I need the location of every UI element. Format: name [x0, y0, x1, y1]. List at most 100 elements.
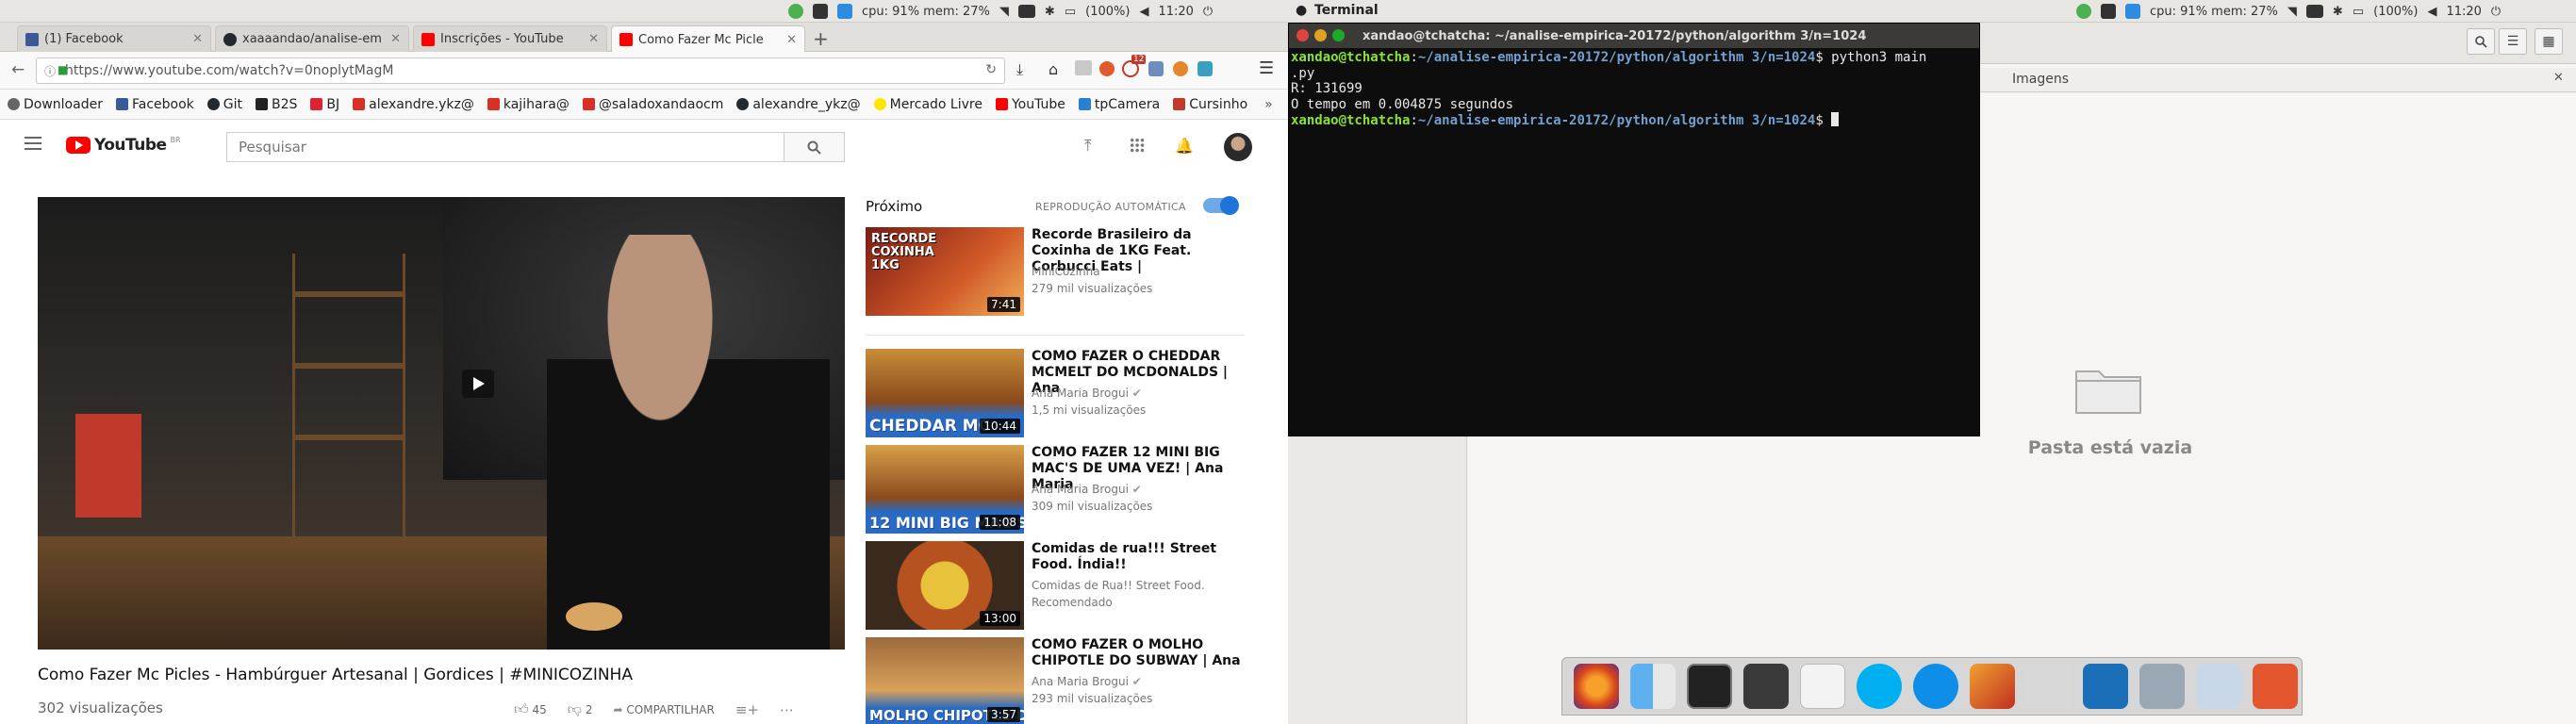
bluetooth-icon[interactable]: ✱: [2333, 5, 2343, 19]
close-window-button[interactable]: [1296, 29, 1309, 41]
wifi-icon[interactable]: ◥: [2287, 5, 2297, 19]
notifications-icon[interactable]: 🔔: [1175, 137, 1194, 155]
avatar[interactable]: [1224, 133, 1252, 161]
home-icon[interactable]: ⌂: [1049, 60, 1058, 78]
search-button[interactable]: [2467, 28, 2495, 55]
menu-icon[interactable]: ☰: [1259, 58, 1274, 78]
bluetooth-icon[interactable]: ✱: [1045, 5, 1055, 19]
volume-icon[interactable]: ◀: [1139, 5, 1148, 19]
search-input[interactable]: Pesquisar: [226, 132, 784, 162]
share-button[interactable]: ➦ COMPARTILHAR: [614, 703, 715, 716]
terminal-window[interactable]: xandao@tchatcha: ~/analise-empirica-2017…: [1288, 23, 1980, 436]
active-app-name[interactable]: Terminal: [1314, 3, 1379, 18]
view-options-button[interactable]: ☰: [2499, 28, 2527, 55]
close-icon[interactable]: ✕: [2553, 71, 2564, 85]
cpu-mem-indicator[interactable]: cpu: 91% mem: 27%: [862, 5, 990, 19]
hamburger-menu-icon[interactable]: [25, 137, 41, 150]
disk-utility-icon[interactable]: [2139, 664, 2185, 709]
extension-icon[interactable]: [1197, 61, 1213, 76]
bookmark-downloader[interactable]: Downloader: [8, 97, 103, 112]
bookmark-youtube[interactable]: YouTube: [995, 97, 1065, 112]
bookmark-cursinho[interactable]: Cursinho: [1173, 97, 1247, 112]
tab-active-video[interactable]: Como Fazer Mc Picle ✕: [611, 25, 805, 53]
recommendation-item[interactable]: CHEDDAR MC 10:44 COMO FAZER O CHEDDAR MC…: [866, 349, 1262, 439]
bookmark-bj[interactable]: BJ: [310, 97, 339, 112]
new-tab-button[interactable]: +: [813, 27, 829, 50]
search-button[interactable]: [784, 132, 845, 162]
maximize-window-button[interactable]: [1332, 29, 1345, 41]
wifi-icon[interactable]: ◥: [999, 5, 1009, 19]
apps-icon[interactable]: [1130, 138, 1145, 153]
thumbnail[interactable]: 12 MINI BIG MAC'S D 11:08: [866, 445, 1024, 534]
bookmark-git[interactable]: Git: [206, 97, 242, 112]
bookmark-gmail-1[interactable]: alexandre.ykz@: [353, 97, 474, 112]
recommendation-item[interactable]: RECORDE COXINHA 1KG 7:41 Recorde Brasile…: [866, 227, 1262, 318]
battery-icon[interactable]: ▭: [1065, 5, 1076, 19]
clock[interactable]: 11:20: [2446, 5, 2481, 19]
bookmark-tpcamera[interactable]: tpCamera: [1078, 97, 1160, 112]
extension-icon[interactable]: [1173, 61, 1188, 76]
matlab-icon[interactable]: [1970, 664, 2015, 709]
system-menu-icon[interactable]: ⏻: [1203, 5, 1213, 19]
bookmark-gmail-3[interactable]: @saladoxandaocm: [582, 97, 723, 112]
dislike-button[interactable]: 👎︎ 2: [568, 700, 593, 718]
autoplay-toggle[interactable]: [1203, 196, 1239, 215]
firefox-icon[interactable]: [1574, 664, 1619, 709]
update-icon[interactable]: [788, 4, 803, 19]
code-editor-icon[interactable]: [1743, 664, 1789, 709]
close-icon[interactable]: ✕: [192, 32, 203, 46]
recommendation-item[interactable]: 12 MINI BIG MAC'S D 11:08 COMO FAZER 12 …: [866, 445, 1262, 535]
bookmark-github-user[interactable]: alexandre_ykz@: [736, 97, 861, 112]
extension-icon[interactable]: [1148, 61, 1164, 76]
recommendation-item[interactable]: MOLHO CHIPOTLE DO SU 3:57 COMO FAZER O M…: [866, 637, 1262, 724]
teamviewer-icon[interactable]: [837, 4, 852, 19]
youtube-logo[interactable]: YouTube BR: [66, 136, 181, 155]
volume-icon[interactable]: ◀: [2427, 5, 2436, 19]
skype-icon[interactable]: [1857, 664, 1902, 709]
update-icon[interactable]: [2076, 4, 2091, 19]
add-to-playlist-icon[interactable]: ≡+: [735, 701, 759, 718]
tools-icon[interactable]: [2101, 4, 2116, 19]
extension-icon[interactable]: [1099, 61, 1115, 76]
terminal-icon[interactable]: [1687, 664, 1732, 709]
system-menu-icon[interactable]: ⏻: [2491, 5, 2501, 19]
battery-icon[interactable]: ▭: [2353, 5, 2364, 19]
bookmarks-overflow-icon[interactable]: »: [1264, 97, 1273, 112]
tab-youtube-subscriptions[interactable]: Inscrições - YouTube ✕: [413, 25, 607, 52]
url-field[interactable]: ⓘ ■ https://www.youtube.com/watch?v=0nop…: [36, 58, 1005, 84]
postgresql-icon[interactable]: [2026, 664, 2072, 709]
upload-icon[interactable]: ⤒: [1084, 137, 1092, 156]
teamviewer-icon[interactable]: [1913, 664, 1958, 709]
close-icon[interactable]: ✕: [390, 32, 401, 46]
menu-button[interactable]: ▦: [2535, 28, 2563, 55]
teamviewer-icon[interactable]: [2125, 4, 2140, 19]
video-player[interactable]: [38, 197, 845, 650]
close-icon[interactable]: ✕: [786, 33, 797, 47]
keyboard-layout-icon[interactable]: [2305, 5, 2323, 18]
dropbox-icon[interactable]: [1800, 664, 1845, 709]
extension-icon[interactable]: [1075, 60, 1092, 75]
close-icon[interactable]: ✕: [588, 32, 599, 46]
recommendation-item[interactable]: 13:00 Comidas de rua!!! Street Food. Índ…: [866, 541, 1262, 632]
virtualbox-icon[interactable]: [2196, 664, 2241, 709]
network-app-icon[interactable]: [2253, 664, 2298, 709]
terminal-output[interactable]: xandao@tchatcha:~/analise-empirica-20172…: [1291, 50, 1979, 129]
download-icon[interactable]: ⤓: [1016, 60, 1023, 79]
mysql-workbench-icon[interactable]: [2083, 664, 2128, 709]
apple-menu-icon[interactable]: ●: [1296, 3, 1307, 18]
reload-icon[interactable]: ↻: [985, 62, 997, 77]
minimize-window-button[interactable]: [1314, 29, 1327, 41]
bookmark-facebook[interactable]: Facebook: [115, 97, 194, 112]
thumbnail[interactable]: 13:00: [866, 541, 1024, 630]
thumbnail[interactable]: MOLHO CHIPOTLE DO SU 3:57: [866, 637, 1024, 724]
bookmark-b2s[interactable]: B2S: [256, 97, 297, 112]
thumbnail[interactable]: CHEDDAR MC 10:44: [866, 349, 1024, 437]
clock[interactable]: 11:20: [1158, 5, 1193, 19]
finder-icon[interactable]: [1630, 664, 1676, 709]
thumbnail[interactable]: RECORDE COXINHA 1KG 7:41: [866, 227, 1024, 316]
tab-facebook[interactable]: (1) Facebook ✕: [17, 25, 211, 52]
cpu-mem-indicator[interactable]: cpu: 91% mem: 27%: [2150, 5, 2278, 19]
bookmark-mercado-livre[interactable]: Mercado Livre: [873, 97, 983, 112]
like-button[interactable]: 👍︎ 45: [514, 700, 547, 718]
back-icon[interactable]: ←: [11, 60, 25, 79]
